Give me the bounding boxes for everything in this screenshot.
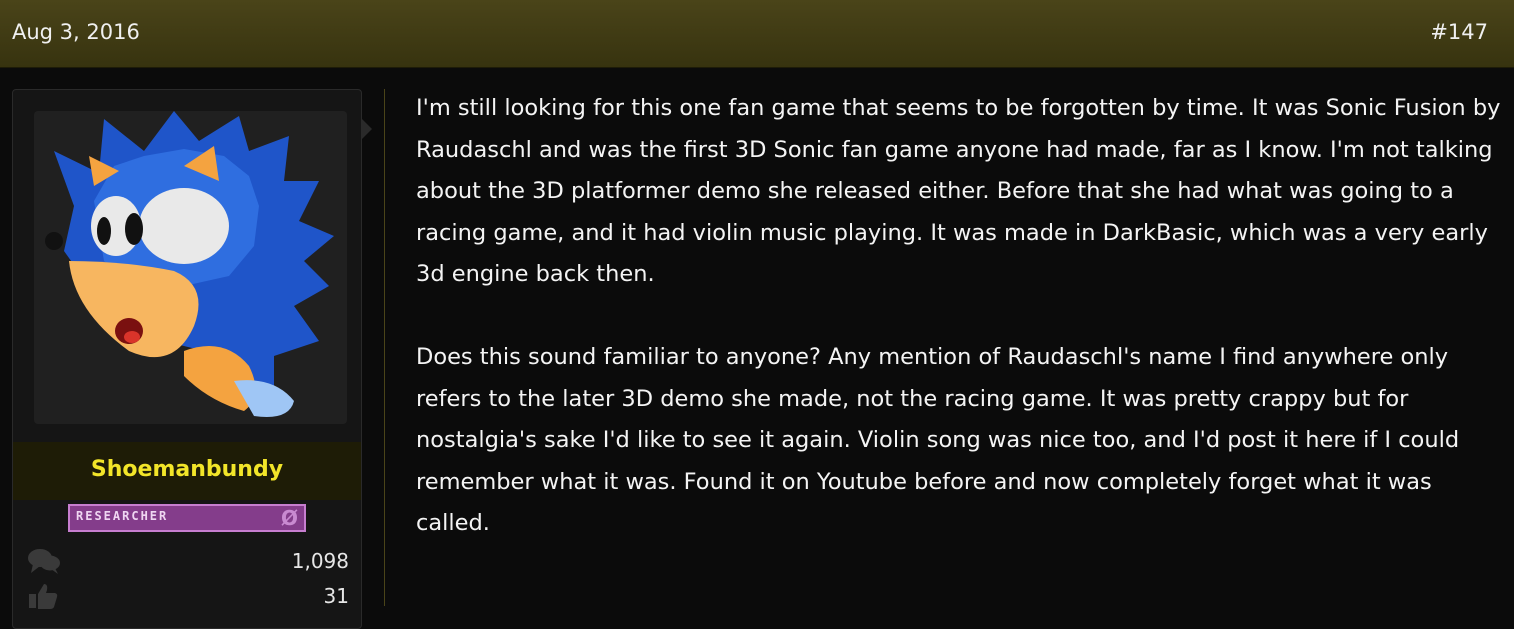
avatar[interactable] xyxy=(34,111,347,424)
column-divider xyxy=(384,89,385,606)
username-box: Shoemanbundy xyxy=(13,442,361,500)
stat-row-reactions: 31 xyxy=(27,580,349,612)
post-paragraph-2: Does this sound familiar to anyone? Any … xyxy=(416,344,1460,536)
stat-row-messages: 1,098 xyxy=(27,545,349,577)
reaction-score: 31 xyxy=(323,584,349,608)
username-link[interactable]: Shoemanbundy xyxy=(13,457,361,482)
post-body: I'm still looking for this one fan game … xyxy=(416,88,1501,545)
post-header: Aug 3, 2016 #147 xyxy=(0,0,1514,68)
post-date-link[interactable]: Aug 3, 2016 xyxy=(12,20,140,44)
panel-pointer xyxy=(361,118,372,140)
sonic-avatar-icon xyxy=(45,111,334,417)
post-paragraph-1: I'm still looking for this one fan game … xyxy=(416,95,1501,287)
user-info-panel: Shoemanbundy RESEARCHER Ø 1,098 31 xyxy=(12,89,362,629)
messages-icon xyxy=(28,549,60,574)
post-number-link[interactable]: #147 xyxy=(1430,20,1488,44)
badge-label: RESEARCHER xyxy=(76,509,169,523)
user-title-badge: RESEARCHER Ø xyxy=(68,504,306,532)
badge-emblem-icon: Ø xyxy=(280,506,298,530)
message-count: 1,098 xyxy=(291,549,349,573)
